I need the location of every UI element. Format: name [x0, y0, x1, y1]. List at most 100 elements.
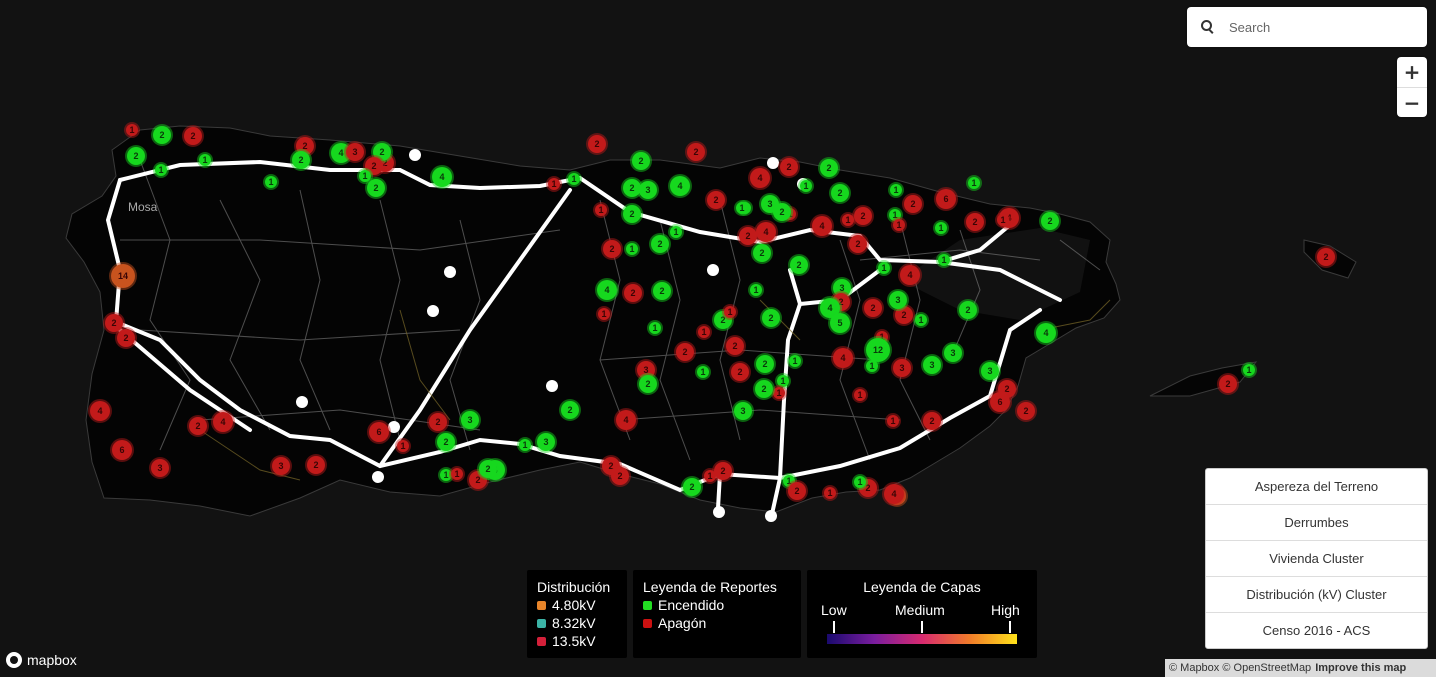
report-cluster[interactable]: 4 [668, 174, 692, 198]
report-cluster[interactable]: 2 [674, 341, 696, 363]
report-cluster[interactable]: 2 [737, 225, 759, 247]
report-cluster[interactable]: 2 [751, 242, 773, 264]
report-cluster[interactable]: 2 [862, 297, 884, 319]
report-cluster[interactable]: 1 [593, 202, 609, 218]
report-cluster[interactable]: 1 [517, 437, 533, 453]
zoom-out-button[interactable]: − [1397, 87, 1427, 117]
report-cluster[interactable]: 1 [876, 260, 892, 276]
report-cluster[interactable]: 2 [705, 189, 727, 211]
report-cluster[interactable]: 4 [898, 263, 922, 287]
report-cluster[interactable]: 3 [149, 457, 171, 479]
report-cluster[interactable]: 14 [109, 262, 137, 290]
report-cluster[interactable]: 2 [477, 458, 499, 480]
report-cluster[interactable]: 1 [546, 176, 562, 192]
layer-derrumbes-button[interactable]: Derrumbes [1206, 505, 1427, 541]
report-cluster[interactable]: 2 [729, 361, 751, 383]
search-input[interactable] [1227, 18, 1411, 36]
report-cluster[interactable]: 1 [995, 212, 1011, 228]
report-cluster[interactable]: 1 [966, 175, 982, 191]
report-cluster[interactable]: 1 [798, 178, 814, 194]
search-box[interactable] [1187, 7, 1427, 47]
report-cluster[interactable]: 2 [651, 280, 673, 302]
report-cluster[interactable]: 2 [649, 233, 671, 255]
improve-map-link[interactable]: Improve this map [1315, 662, 1406, 674]
report-cluster[interactable]: 3 [921, 354, 943, 376]
report-cluster[interactable]: 3 [732, 400, 754, 422]
report-cluster[interactable]: 2 [427, 411, 449, 433]
report-cluster[interactable]: 1 [748, 282, 764, 298]
report-cluster[interactable]: 1 [696, 324, 712, 340]
report-cluster[interactable]: 2 [829, 182, 851, 204]
report-cluster[interactable]: 3 [891, 357, 913, 379]
layer-vivienda-button[interactable]: Vivienda Cluster [1206, 541, 1427, 577]
report-cluster[interactable]: 2 [771, 201, 793, 223]
report-cluster[interactable]: 1 [695, 364, 711, 380]
report-cluster[interactable]: 5 [828, 311, 852, 335]
report-cluster[interactable]: 1 [197, 152, 213, 168]
report-cluster[interactable]: 2 [609, 465, 631, 487]
report-cluster[interactable]: 1 [787, 353, 803, 369]
report-cluster[interactable]: 1 [596, 306, 612, 322]
report-cluster[interactable]: 1 [647, 320, 663, 336]
report-cluster[interactable]: 1 [913, 312, 929, 328]
report-cluster[interactable]: 2 [435, 431, 457, 453]
report-cluster[interactable]: 2 [586, 133, 608, 155]
report-cluster[interactable]: 2 [1217, 373, 1239, 395]
report-cluster[interactable]: 2 [622, 282, 644, 304]
report-cluster[interactable]: 6 [110, 438, 134, 462]
report-cluster[interactable]: 6 [988, 390, 1012, 414]
report-cluster[interactable]: 2 [685, 141, 707, 163]
report-cluster[interactable]: 1 [624, 241, 640, 257]
report-cluster[interactable]: 4 [831, 346, 855, 370]
report-cluster[interactable]: 2 [788, 254, 810, 276]
report-cluster[interactable]: 1 [263, 174, 279, 190]
report-cluster[interactable]: 2 [957, 299, 979, 321]
report-cluster[interactable]: 1 [852, 474, 868, 490]
report-cluster[interactable]: 2 [681, 476, 703, 498]
attribution-mapbox-link[interactable]: © Mapbox [1169, 662, 1219, 674]
report-cluster[interactable]: 2 [724, 335, 746, 357]
report-cluster[interactable]: 2 [305, 454, 327, 476]
report-cluster[interactable]: 2 [601, 238, 623, 260]
report-cluster[interactable]: 4 [882, 482, 906, 506]
layer-distribucion-button[interactable]: Distribución (kV) Cluster [1206, 577, 1427, 613]
report-cluster[interactable]: 4 [810, 214, 834, 238]
report-cluster[interactable]: 1 [840, 212, 856, 228]
report-cluster[interactable]: 2 [1315, 246, 1337, 268]
report-cluster[interactable]: 4 [748, 166, 772, 190]
report-cluster[interactable]: 2 [290, 149, 312, 171]
report-cluster[interactable]: 3 [942, 342, 964, 364]
report-cluster[interactable]: 3 [887, 289, 909, 311]
report-cluster[interactable]: 1 [734, 200, 750, 216]
report-cluster[interactable]: 2 [1039, 210, 1061, 232]
report-cluster[interactable]: 1 [357, 168, 373, 184]
report-cluster[interactable]: 2 [754, 353, 776, 375]
report-cluster[interactable]: 4 [211, 410, 235, 434]
report-cluster[interactable]: 1 [449, 466, 465, 482]
report-cluster[interactable]: 2 [818, 157, 840, 179]
report-cluster[interactable]: 4 [614, 408, 638, 432]
report-cluster[interactable]: 2 [125, 145, 147, 167]
report-cluster[interactable]: 6 [934, 187, 958, 211]
report-cluster[interactable]: 2 [847, 233, 869, 255]
report-cluster[interactable]: 3 [535, 431, 557, 453]
report-cluster[interactable]: 3 [637, 179, 659, 201]
report-cluster[interactable]: 2 [637, 373, 659, 395]
report-cluster[interactable]: 2 [151, 124, 173, 146]
report-cluster[interactable]: 1 [936, 252, 952, 268]
report-cluster[interactable]: 1 [1241, 362, 1257, 378]
report-cluster[interactable]: 2 [786, 480, 808, 502]
report-cluster[interactable]: 1 [124, 122, 140, 138]
report-cluster[interactable]: 1 [722, 304, 738, 320]
report-cluster[interactable]: 2 [621, 203, 643, 225]
report-cluster[interactable]: 3 [459, 409, 481, 431]
report-cluster[interactable]: 2 [964, 211, 986, 233]
report-cluster[interactable]: 2 [902, 193, 924, 215]
report-cluster[interactable]: 4 [88, 399, 112, 423]
report-cluster[interactable]: 1 [933, 220, 949, 236]
report-cluster[interactable]: 1 [891, 217, 907, 233]
zoom-in-button[interactable]: + [1397, 57, 1427, 87]
report-cluster[interactable]: 1 [822, 485, 838, 501]
report-cluster[interactable]: 2 [630, 150, 652, 172]
report-cluster[interactable]: 2 [778, 156, 800, 178]
